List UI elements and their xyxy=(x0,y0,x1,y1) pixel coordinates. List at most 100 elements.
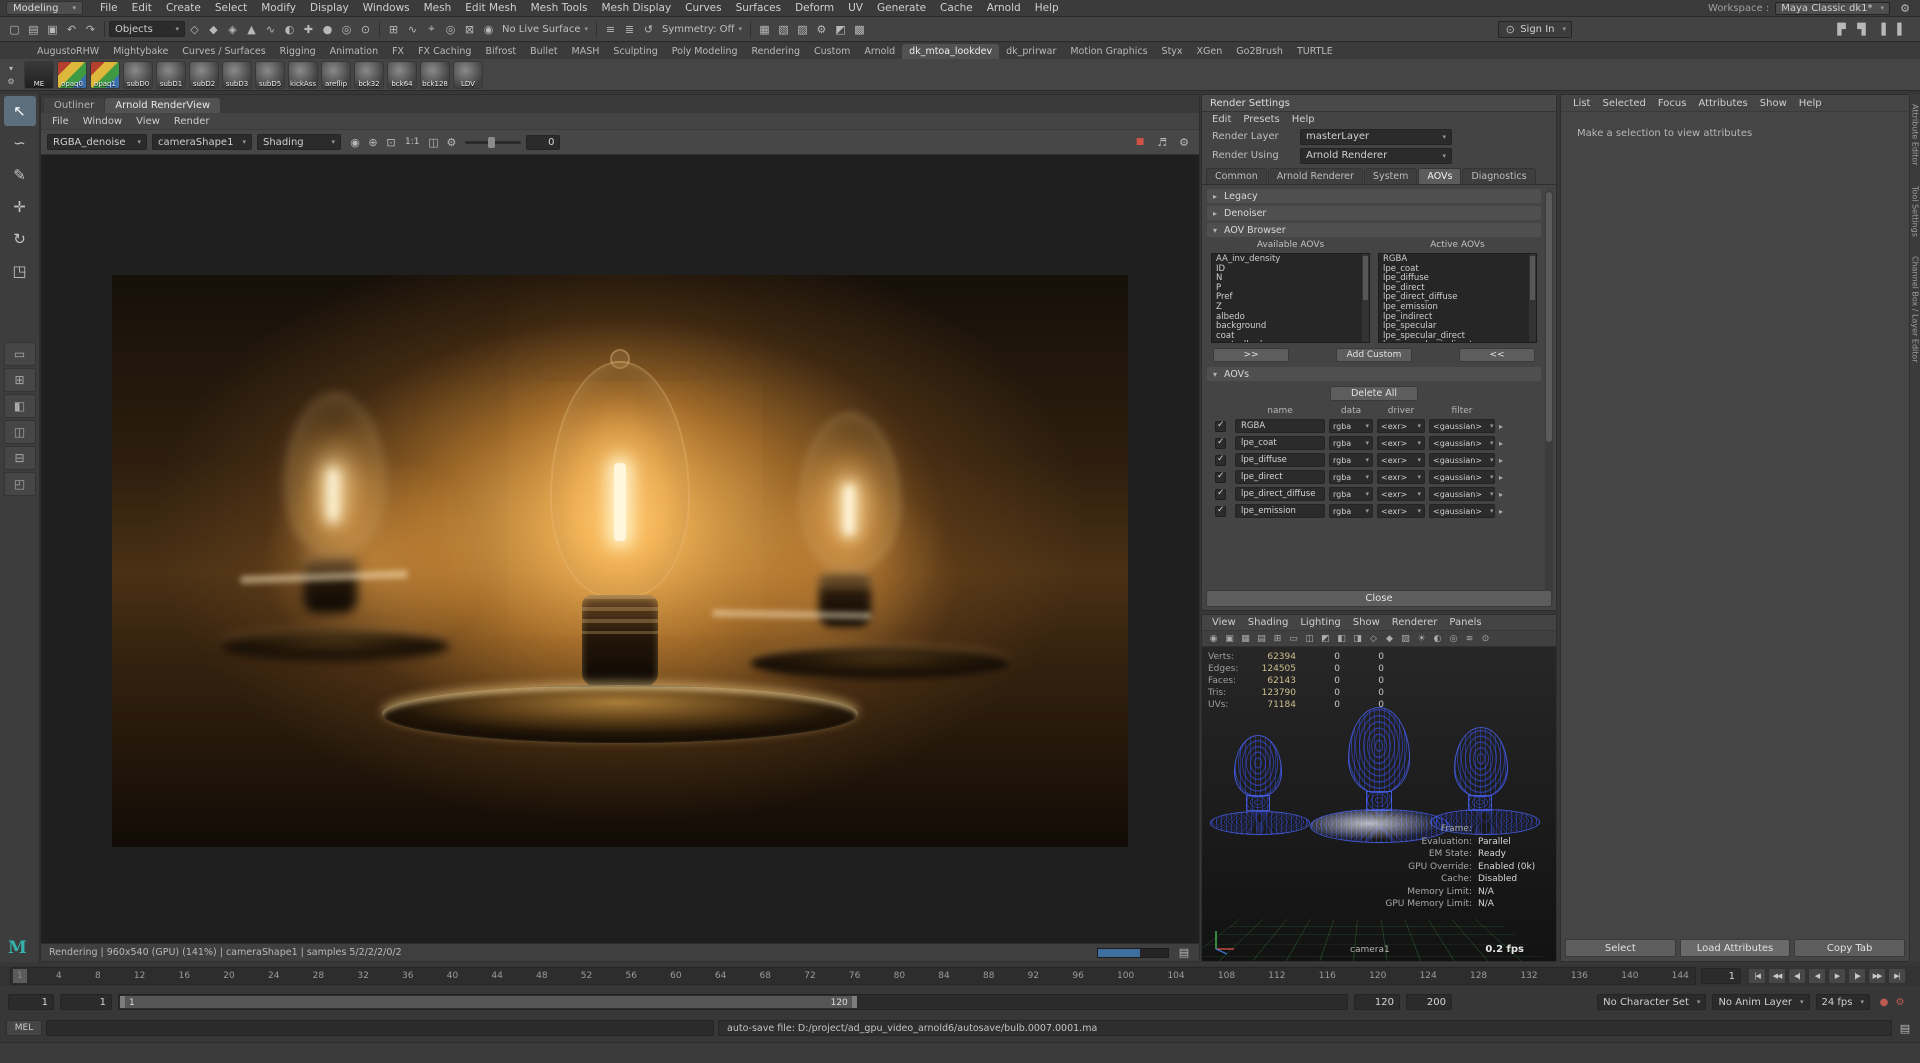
shelf-tab[interactable]: FX Caching xyxy=(411,44,478,59)
playback-button[interactable]: |◀ xyxy=(1748,968,1766,984)
viewport-toolbar-icon[interactable]: ◩ xyxy=(1318,632,1333,646)
shelf-item[interactable]: subD1 xyxy=(156,61,186,89)
section-aov-browser[interactable]: AOV Browser xyxy=(1207,223,1541,237)
snap-icon[interactable]: ⌖ xyxy=(422,20,441,39)
menuset-selector[interactable]: Modeling xyxy=(6,1,83,15)
renderview-control-icon[interactable]: ■ xyxy=(1131,133,1149,151)
shelf-item[interactable]: bck32 xyxy=(354,61,384,89)
aov-driver-dropdown[interactable]: <exr> xyxy=(1377,504,1425,518)
layout-button[interactable]: ◰ xyxy=(4,472,36,496)
shelf-tab[interactable]: Arnold xyxy=(857,44,902,59)
shelf-tab[interactable]: Animation xyxy=(323,44,385,59)
selection-mask-icon[interactable]: ▲ xyxy=(242,20,261,39)
selection-mask-icon[interactable]: ◐ xyxy=(280,20,299,39)
selection-mask-icon[interactable]: ◎ xyxy=(337,20,356,39)
aov-data-dropdown[interactable]: rgba xyxy=(1329,487,1373,501)
playback-button[interactable]: |▶ xyxy=(1848,968,1866,984)
shelf-tab[interactable]: Styx xyxy=(1155,44,1190,59)
snap-icon[interactable]: ∿ xyxy=(403,20,422,39)
layout-button[interactable]: ◧ xyxy=(4,394,36,418)
shelf-tab[interactable]: Rendering xyxy=(745,44,808,59)
aov-data-dropdown[interactable]: rgba xyxy=(1329,453,1373,467)
aov-enabled-checkbox[interactable] xyxy=(1215,421,1226,432)
viewport-menu-item[interactable]: Shading xyxy=(1242,617,1295,628)
aov-filter-dropdown[interactable]: <gaussian> xyxy=(1429,504,1495,518)
menu-item[interactable]: Mesh Display xyxy=(594,2,678,14)
viewport-toolbar-icon[interactable]: ◉ xyxy=(1206,632,1221,646)
shelf-tab[interactable]: Go2Brush xyxy=(1229,44,1290,59)
aov-name-field[interactable]: lpe_coat xyxy=(1235,436,1325,450)
shelf-tab[interactable]: AugustoRHW xyxy=(30,44,106,59)
attribute-editor-button[interactable]: Select xyxy=(1565,939,1676,957)
list-scrollbar[interactable] xyxy=(1529,254,1536,342)
tool-button[interactable]: ◳ xyxy=(4,256,36,286)
render-settings-tab[interactable]: Diagnostics xyxy=(1462,168,1535,184)
attribute-editor-menu-item[interactable]: Show xyxy=(1754,98,1793,109)
render-settings-tab[interactable]: AOVs xyxy=(1418,168,1461,184)
layout-button[interactable]: ⊞ xyxy=(4,368,36,392)
menu-item[interactable]: UV xyxy=(841,2,870,14)
available-aovs-list[interactable]: AA_inv_densityIDNPPrefZalbedobackgroundc… xyxy=(1211,253,1370,343)
available-aov-item[interactable]: background xyxy=(1216,322,1360,332)
current-frame-field[interactable]: 1 xyxy=(1701,968,1741,984)
layout-button[interactable]: ⊟ xyxy=(4,446,36,470)
shelf-tab[interactable]: dk_mtoa_lookdev xyxy=(902,44,999,59)
available-aov-item[interactable]: Pref xyxy=(1216,293,1360,303)
aov-enabled-checkbox[interactable] xyxy=(1215,455,1226,466)
playback-button[interactable]: ◀◀ xyxy=(1768,968,1786,984)
shelf-tab[interactable]: Curves / Surfaces xyxy=(175,44,272,59)
command-input[interactable] xyxy=(46,1020,714,1036)
attribute-editor-button[interactable]: Copy Tab xyxy=(1794,939,1905,957)
viewport-toolbar-icon[interactable]: ⊙ xyxy=(1478,632,1493,646)
viewport-toolbar-icon[interactable]: ◎ xyxy=(1446,632,1461,646)
shelf-menu-icon[interactable]: ▾ xyxy=(4,62,18,74)
history-icon[interactable]: ≡ xyxy=(601,20,620,39)
sidebar-toggle-icon[interactable]: ▐ xyxy=(1872,20,1891,39)
viewport-menu-item[interactable]: View xyxy=(1206,617,1242,628)
renderview-menu-item[interactable]: Window xyxy=(76,116,129,127)
viewport-menu-item[interactable]: Lighting xyxy=(1294,617,1346,628)
shelf-tab[interactable]: Custom xyxy=(807,44,857,59)
render-settings-menu-item[interactable]: Edit xyxy=(1206,114,1237,125)
aov-enabled-checkbox[interactable] xyxy=(1215,472,1226,483)
available-aov-item[interactable]: N xyxy=(1216,274,1360,284)
shelf-item[interactable]: opaq1 xyxy=(90,61,120,89)
viewport-toolbar-icon[interactable]: ◐ xyxy=(1430,632,1445,646)
anim-layer-dropdown[interactable]: No Anim Layer xyxy=(1712,994,1809,1010)
viewport-toolbar-icon[interactable]: ◨ xyxy=(1350,632,1365,646)
command-language-toggle[interactable]: MEL xyxy=(6,1020,42,1036)
selection-mask-icon[interactable]: ● xyxy=(318,20,337,39)
aov-row-menu-button[interactable] xyxy=(1499,473,1511,482)
fps-dropdown[interactable]: 24 fps xyxy=(1816,994,1871,1010)
shelf-item[interactable]: subD3 xyxy=(222,61,252,89)
aov-data-dropdown[interactable]: rgba xyxy=(1329,419,1373,433)
aov-row-menu-button[interactable] xyxy=(1499,507,1511,516)
viewport-toolbar-icon[interactable]: ◇ xyxy=(1366,632,1381,646)
tab-outliner[interactable]: Outliner xyxy=(44,98,104,113)
sidebar-vertical-tab[interactable]: Attribute Editor xyxy=(1911,104,1920,166)
playback-range-bar[interactable]: 1 120 xyxy=(120,996,857,1008)
playback-button[interactable]: ▶ xyxy=(1828,968,1846,984)
active-aovs-list[interactable]: RGBAlpe_coatlpe_diffuselpe_directlpe_dir… xyxy=(1378,253,1537,343)
tool-button[interactable]: ✎ xyxy=(4,160,36,190)
menu-item[interactable]: Display xyxy=(303,2,356,14)
render-settings-menu-item[interactable]: Presets xyxy=(1237,114,1285,125)
status-icon[interactable]: ▤ xyxy=(24,20,43,39)
playback-end-field[interactable]: 120 xyxy=(1354,994,1400,1010)
aov-driver-dropdown[interactable]: <exr> xyxy=(1377,453,1425,467)
menu-item[interactable]: Windows xyxy=(356,2,417,14)
render-using-dropdown[interactable]: Arnold Renderer xyxy=(1300,148,1452,164)
aov-display-dropdown[interactable]: RGBA_denoise xyxy=(47,134,147,150)
aov-filter-dropdown[interactable]: <gaussian> xyxy=(1429,453,1495,467)
shelf-item[interactable]: bck128 xyxy=(420,61,450,89)
attribute-editor-menu-item[interactable]: Focus xyxy=(1652,98,1693,109)
renderview-tool-icon[interactable]: ⊕ xyxy=(364,133,382,151)
tool-button[interactable]: ✛ xyxy=(4,192,36,222)
attribute-editor-menu-item[interactable]: List xyxy=(1567,98,1596,109)
viewport-toolbar-icon[interactable]: ◆ xyxy=(1382,632,1397,646)
time-ruler[interactable]: 1481216202428323640444852566064687276808… xyxy=(10,967,1696,985)
aov-data-dropdown[interactable]: rgba xyxy=(1329,470,1373,484)
delete-all-aovs-button[interactable]: Delete All xyxy=(1330,386,1418,401)
status-icon[interactable]: ▢ xyxy=(5,20,24,39)
render-settings-tab[interactable]: Arnold Renderer xyxy=(1268,168,1363,184)
